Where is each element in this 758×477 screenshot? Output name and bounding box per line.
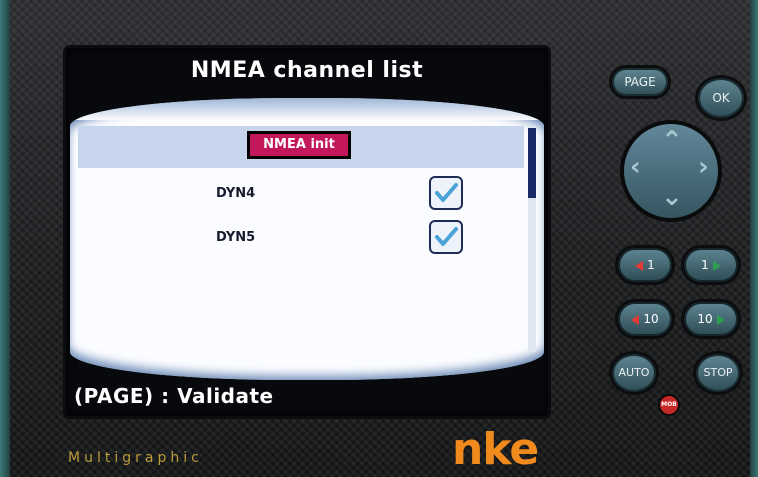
plus-1-label: 1 (701, 258, 709, 272)
decrease-arrow-icon (635, 260, 644, 271)
brand-logo: nke (452, 424, 539, 475)
stop-button-label: STOP (703, 366, 733, 379)
footer-hint: (PAGE) : Validate (74, 384, 274, 408)
minus-10-label: 10 (643, 312, 659, 326)
plus-10-button[interactable]: 10 (684, 302, 738, 336)
increase-arrow-icon (712, 260, 721, 271)
check-icon (435, 183, 458, 202)
mob-button[interactable]: MOB (658, 394, 680, 416)
plus-10-label: 10 (697, 312, 713, 326)
scrollbar-thumb[interactable] (528, 128, 536, 198)
nmea-init-button[interactable]: NMEA init (247, 131, 351, 159)
channel-label-dyn5: DYN5 (216, 230, 256, 245)
minus-1-button[interactable]: 1 (618, 248, 672, 282)
channel-checkbox-dyn5[interactable] (429, 220, 463, 254)
page-button[interactable]: PAGE (612, 68, 668, 96)
display-screen: NMEA channel list NMEA init DYN4 DYN5 (P… (66, 48, 548, 416)
arrow-up-icon[interactable]: ⌃ (661, 126, 683, 156)
channel-checkbox-dyn4[interactable] (429, 176, 463, 210)
increase-arrow-icon (716, 314, 725, 325)
plus-1-button[interactable]: 1 (684, 248, 738, 282)
decrease-arrow-icon (631, 314, 640, 325)
check-icon (435, 227, 458, 246)
direction-pad[interactable]: ⌃ ⌄ ‹ › (624, 124, 718, 218)
stop-button[interactable]: STOP (696, 354, 740, 392)
right-edge (750, 0, 758, 477)
auto-button-label: AUTO (618, 366, 650, 379)
minus-1-label: 1 (647, 258, 655, 272)
page-button-label: PAGE (624, 75, 656, 89)
arrow-down-icon[interactable]: ⌄ (661, 182, 683, 212)
channel-label-dyn4: DYN4 (216, 186, 256, 201)
arrow-left-icon[interactable]: ‹ (630, 152, 641, 182)
page-title: NMEA channel list (190, 58, 424, 83)
left-edge (0, 0, 10, 477)
auto-button[interactable]: AUTO (612, 354, 656, 392)
minus-10-button[interactable]: 10 (618, 302, 672, 336)
ok-button-label: OK (712, 91, 730, 105)
model-name: Multigraphic (68, 450, 203, 466)
ok-button[interactable]: OK (698, 78, 744, 118)
arrow-right-icon[interactable]: › (698, 152, 709, 182)
